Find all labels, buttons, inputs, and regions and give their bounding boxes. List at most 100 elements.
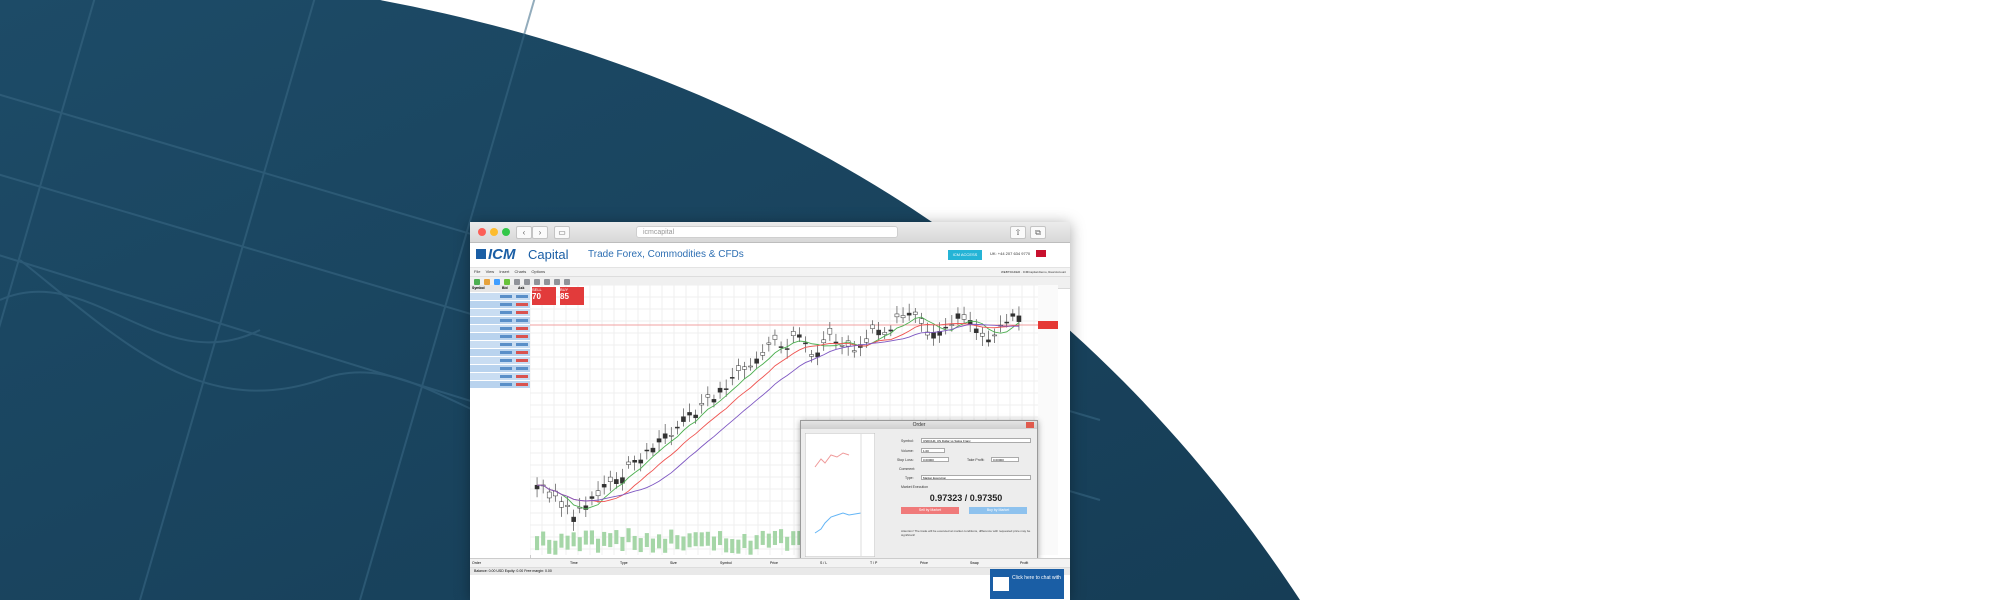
candle-body xyxy=(974,329,978,333)
sell-by-market-button[interactable]: Sell by Market xyxy=(901,507,959,514)
candle-body xyxy=(1017,316,1021,322)
terminal-header: Order Time Type Size Symbol Price S / L … xyxy=(470,559,1070,568)
volume-bar xyxy=(749,541,753,555)
candle-body xyxy=(980,333,984,336)
volume-bar xyxy=(675,535,679,549)
menu-view[interactable]: View xyxy=(486,269,495,274)
menu-options[interactable]: Options xyxy=(531,269,545,274)
watchlist-bid-cell xyxy=(500,367,512,370)
menu-insert[interactable]: Insert xyxy=(499,269,509,274)
volume-bar xyxy=(584,531,588,545)
candle-body xyxy=(614,479,618,483)
menu-file[interactable]: File xyxy=(474,269,480,274)
logo-mark-icon xyxy=(476,249,486,259)
watchlist-row[interactable] xyxy=(470,325,530,333)
minimize-window-icon[interactable] xyxy=(490,228,498,236)
one-click-buy-button[interactable]: BUY 85 xyxy=(560,287,584,305)
buy-by-market-button[interactable]: Buy by Market xyxy=(969,507,1027,514)
live-chat-button[interactable]: Click here to chat with xyxy=(990,569,1064,599)
uk-flag-icon[interactable] xyxy=(1036,250,1046,257)
candle-body xyxy=(889,330,893,331)
candle-body xyxy=(700,403,704,405)
watchlist-row[interactable] xyxy=(470,349,530,357)
watchlist-row[interactable] xyxy=(470,381,530,389)
close-dialog-icon[interactable] xyxy=(1026,422,1034,428)
candle-body xyxy=(724,389,728,390)
candle-body xyxy=(1005,322,1009,323)
watchlist-row[interactable] xyxy=(470,309,530,317)
watchlist-ask-cell xyxy=(516,383,528,386)
tabs-icon[interactable]: ⧉ xyxy=(1030,226,1046,239)
one-click-trading-panel: SELL 70 BUY 85 xyxy=(532,287,584,305)
candle-body xyxy=(639,460,643,463)
volume-bar xyxy=(706,532,710,546)
candle-body xyxy=(566,505,570,506)
watchlist-row[interactable] xyxy=(470,365,530,373)
takeprofit-input[interactable]: 0.00000 xyxy=(991,457,1019,462)
order-dialog-title: Order xyxy=(801,421,1037,429)
address-bar[interactable]: icmcapital xyxy=(636,226,898,238)
watchlist-ask-cell xyxy=(516,343,528,346)
candle-body xyxy=(852,351,856,352)
candle-body xyxy=(773,335,777,339)
site-header: ICM Capital Trade Forex, Commodities & C… xyxy=(470,243,1070,268)
candle-body xyxy=(627,462,631,465)
candle-body xyxy=(730,377,734,378)
sidebar-toggle-icon[interactable]: ▭ xyxy=(554,226,570,239)
market-watch-header: Symbol Bid Ask xyxy=(470,285,530,293)
server-info: WEBTRADER · ICMCapital-Demo, Real Accoun… xyxy=(1001,268,1066,276)
watchlist-bid-cell xyxy=(500,327,512,330)
candle-body xyxy=(633,460,637,462)
candle-body xyxy=(547,492,551,498)
order-type-select[interactable]: Market Execution xyxy=(921,475,1031,480)
maximize-window-icon[interactable] xyxy=(502,228,510,236)
menu-charts[interactable]: Charts xyxy=(514,269,526,274)
back-button[interactable]: ‹ xyxy=(516,226,532,239)
volume-bar xyxy=(736,540,740,554)
watchlist-row[interactable] xyxy=(470,317,530,325)
candle-body xyxy=(883,332,887,334)
order-mini-chart xyxy=(805,433,875,557)
volume-bar xyxy=(718,531,722,545)
volume-bar xyxy=(663,539,667,553)
watchlist-row[interactable] xyxy=(470,301,530,309)
col-price-current: Price xyxy=(920,559,928,567)
watchlist-ask-cell xyxy=(516,327,528,330)
volume-bar xyxy=(602,532,606,546)
candle-body xyxy=(590,497,594,499)
volume-input[interactable]: 1.00 xyxy=(921,448,945,453)
candle-body xyxy=(907,313,911,315)
bid-ask-quote: 0.97323 / 0.97350 xyxy=(901,493,1031,503)
symbol-select[interactable]: USDCHF, US Dollar vs Swiss Franc xyxy=(921,438,1031,443)
share-icon[interactable]: ⇧ xyxy=(1010,226,1026,239)
candle-body xyxy=(645,450,649,451)
stoploss-input[interactable]: 0.00000 xyxy=(921,457,949,462)
candle-body xyxy=(828,328,832,334)
watchlist-row[interactable] xyxy=(470,357,530,365)
volume-bar xyxy=(559,534,563,548)
candle-body xyxy=(944,327,948,328)
icm-access-button[interactable]: ICM ACCESS xyxy=(948,250,982,260)
logo-suffix[interactable]: Capital xyxy=(528,247,568,262)
candle-body xyxy=(767,343,771,344)
volume-bar xyxy=(681,536,685,550)
order-dialog: Order Symbol: USDCHF, US Dollar vs Swiss… xyxy=(800,420,1038,562)
close-window-icon[interactable] xyxy=(478,228,486,236)
watchlist-bid-cell xyxy=(500,375,512,378)
candle-body xyxy=(663,434,667,439)
volume-bar xyxy=(773,531,777,545)
forward-button[interactable]: › xyxy=(532,226,548,239)
watchlist-row[interactable] xyxy=(470,333,530,341)
watchlist-row[interactable] xyxy=(470,341,530,349)
candle-body xyxy=(706,395,710,398)
volume-bar xyxy=(596,539,600,553)
execution-label: Market Execution xyxy=(901,485,928,489)
watchlist-row[interactable] xyxy=(470,373,530,381)
candle-body xyxy=(919,319,923,324)
candle-body xyxy=(675,427,679,428)
watchlist-row[interactable] xyxy=(470,293,530,301)
candle-body xyxy=(602,484,606,487)
logo-brand[interactable]: ICM xyxy=(488,246,516,263)
one-click-sell-button[interactable]: SELL 70 xyxy=(532,287,556,305)
volume-bar xyxy=(669,530,673,544)
